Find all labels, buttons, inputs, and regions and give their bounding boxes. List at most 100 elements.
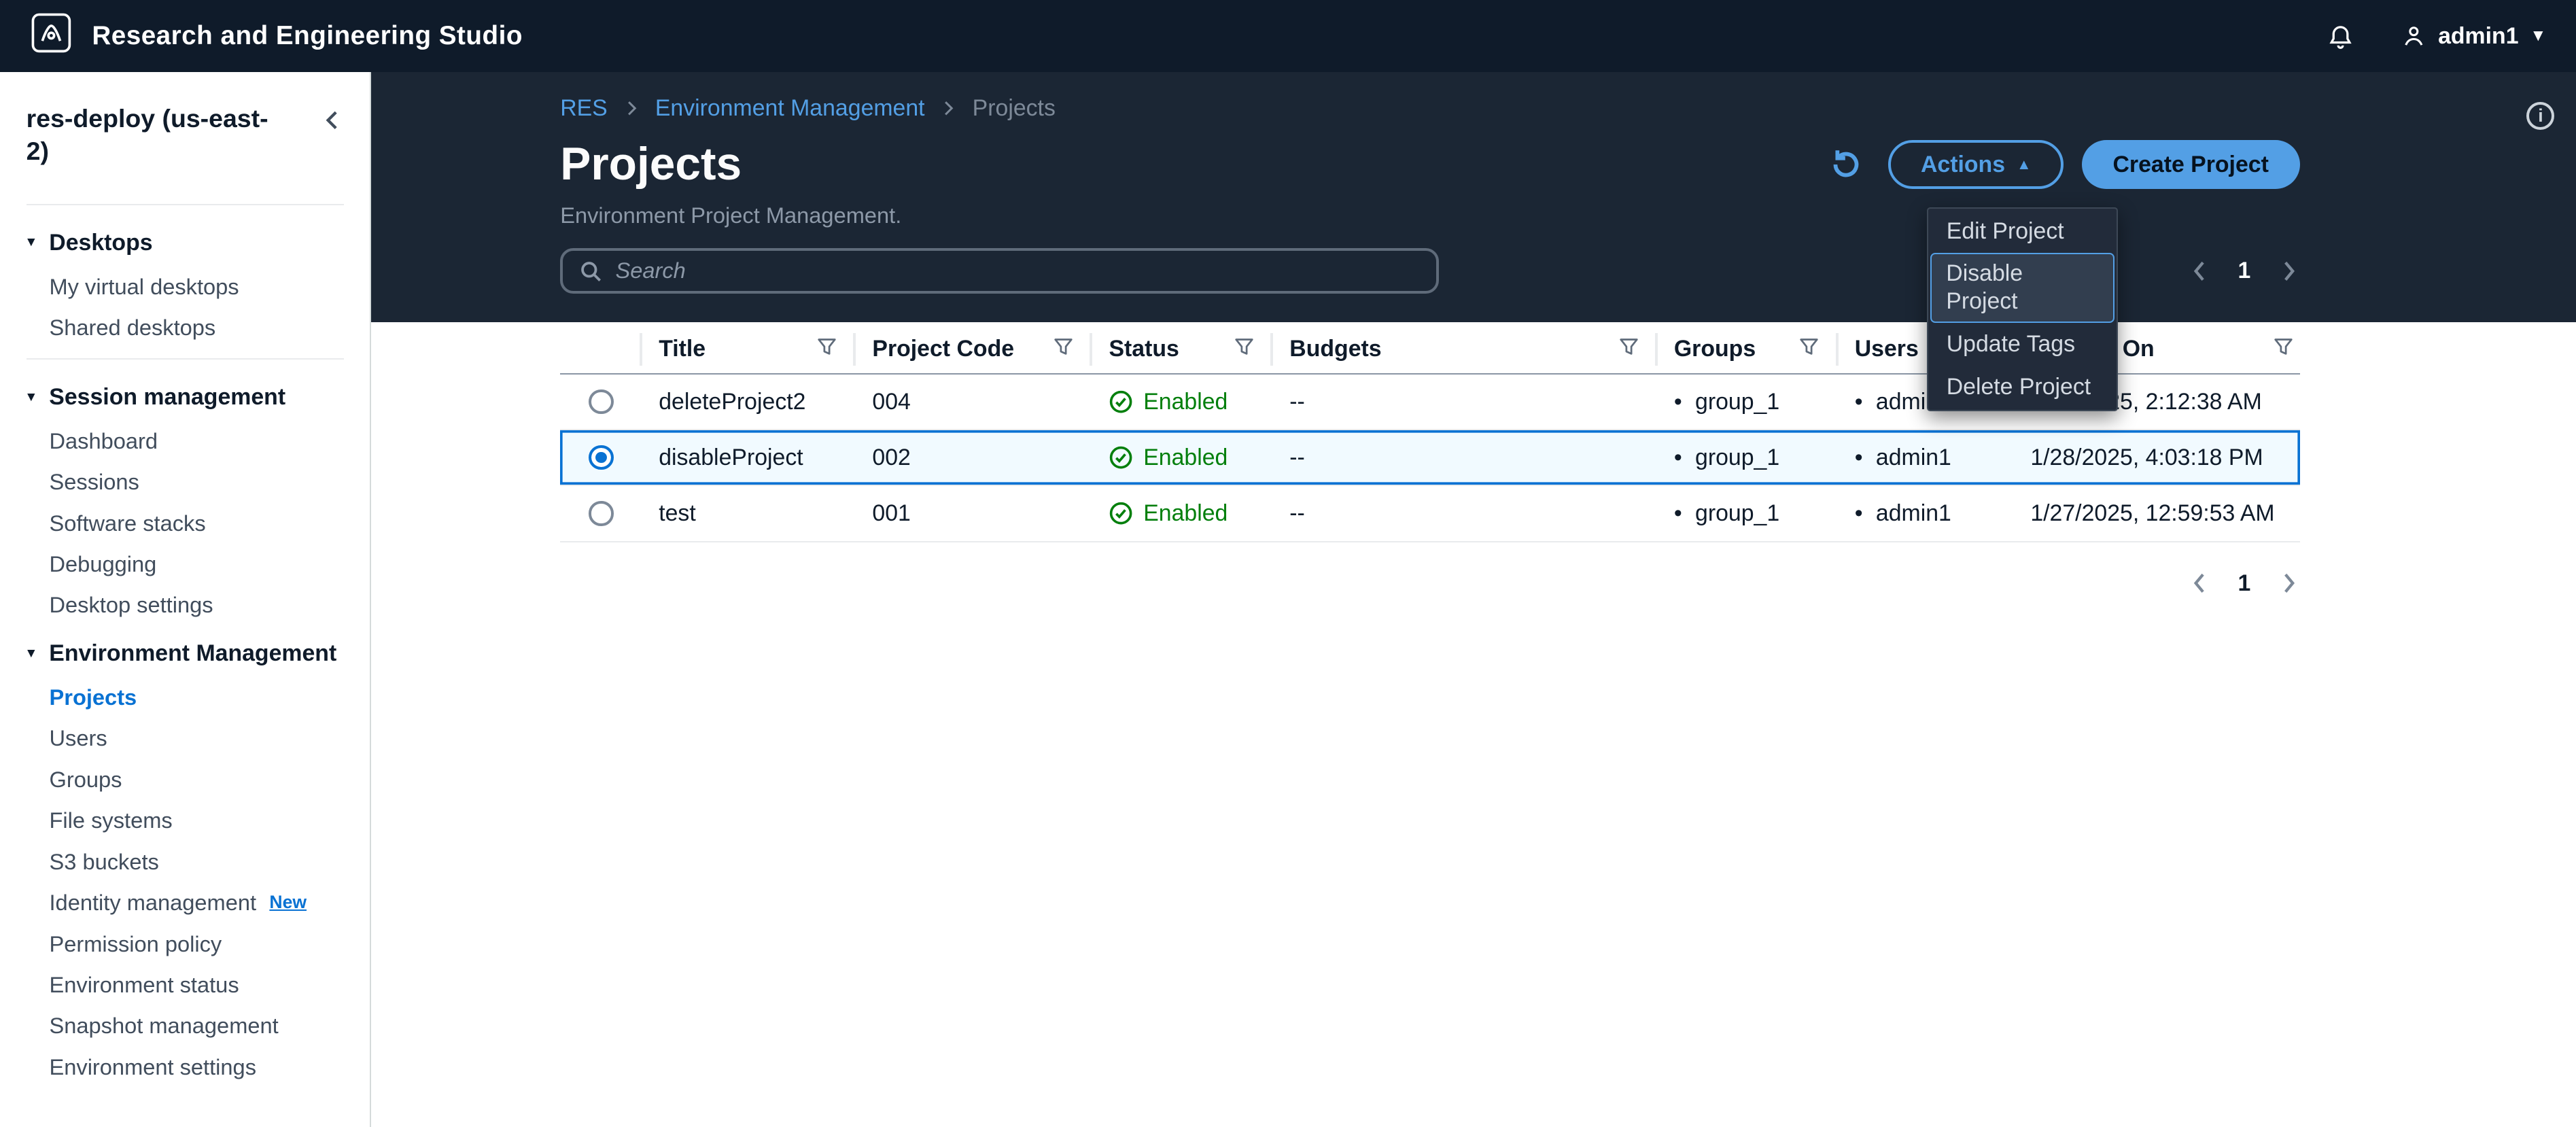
filter-icon[interactable] (1054, 336, 1073, 362)
bullet: • (1855, 500, 1863, 527)
sidebar-item-projects[interactable]: Projects (0, 677, 370, 718)
sidebar-item-dashboard[interactable]: Dashboard (0, 421, 370, 462)
cell-budgets: -- (1273, 445, 1658, 471)
next-page-icon[interactable] (2277, 260, 2300, 283)
prev-page-icon[interactable] (2189, 260, 2212, 283)
column-label: Users (1855, 336, 1919, 362)
sidebar-item-my-virtual-desktops[interactable]: My virtual desktops (0, 266, 370, 307)
check-circle-icon (1109, 445, 1133, 470)
cell-title: disableProject (642, 445, 856, 471)
breadcrumb-res[interactable]: RES (560, 95, 608, 122)
filter-icon[interactable] (2274, 336, 2293, 362)
status-badge: Enabled (1109, 500, 1228, 527)
row-radio[interactable] (589, 501, 613, 525)
sidebar-item-environment-status[interactable]: Environment status (0, 965, 370, 1005)
info-icon[interactable]: i (2526, 102, 2554, 130)
sidebar-item-identity-management[interactable]: Identity management New (0, 882, 370, 923)
column-header-title: Title (642, 333, 856, 366)
divider (27, 204, 344, 205)
menu-item-edit-project[interactable]: Edit Project (1930, 210, 2115, 253)
topbar-left: Research and Engineering Studio (30, 12, 523, 61)
status-badge: Enabled (1109, 389, 1228, 415)
cell-groups: group_1 (1695, 445, 1779, 471)
column-label: Groups (1674, 336, 1756, 362)
table-section: Title Project Code Status Budgets (371, 322, 2576, 597)
menu-item-disable-project[interactable]: Disable Project (1930, 253, 2115, 323)
topbar-right: admin1 ▼ (2327, 22, 2547, 50)
column-label: Status (1109, 336, 1179, 362)
sidebar-item-permission-policy[interactable]: Permission policy (0, 923, 370, 964)
sidebar-item-environment-settings[interactable]: Environment settings (0, 1046, 370, 1087)
caret-up-icon: ▲ (2017, 156, 2032, 173)
sidebar-item-debugging[interactable]: Debugging (0, 544, 370, 585)
sidebar-item-s3-buckets[interactable]: S3 buckets (0, 841, 370, 882)
search-input[interactable] (616, 258, 1421, 283)
menu-item-update-tags[interactable]: Update Tags (1930, 323, 2115, 366)
cell-created-on: 1/28/2025, 4:03:18 PM (2016, 445, 2300, 471)
status-text: Enabled (1143, 500, 1228, 527)
sidebar-item-users[interactable]: Users (0, 718, 370, 759)
filter-icon[interactable] (817, 336, 837, 362)
section-label: Session management (49, 384, 285, 411)
sidebar-header: res-deploy (us-east-2) (0, 72, 370, 194)
section-desktops[interactable]: ▼ Desktops (0, 215, 370, 266)
sidebar-item-sessions[interactable]: Sessions (0, 462, 370, 502)
refresh-icon (1830, 149, 1862, 180)
filter-icon[interactable] (1799, 336, 1819, 362)
row-radio-selected[interactable] (589, 445, 613, 470)
cell-project-code: 002 (856, 445, 1092, 471)
section-session-management[interactable]: ▼ Session management (0, 369, 370, 420)
prev-page-icon[interactable] (2189, 572, 2212, 595)
user-menu[interactable]: admin1 ▼ (2401, 23, 2547, 50)
page-number[interactable]: 1 (2238, 570, 2250, 597)
sidebar-item-software-stacks[interactable]: Software stacks (0, 502, 370, 543)
column-label: Project Code (872, 336, 1014, 362)
actions-dropdown-menu: Edit Project Disable Project Update Tags… (1927, 207, 2117, 411)
cell-created-on: 1/27/2025, 12:59:53 AM (2016, 500, 2300, 527)
bullet: • (1674, 445, 1682, 471)
cell-users: admin1 (1876, 500, 1951, 527)
column-label: Title (659, 336, 706, 362)
row-radio[interactable] (589, 389, 613, 414)
filter-icon[interactable] (1234, 336, 1254, 362)
main-content: RES Environment Management Projects Proj… (371, 72, 2576, 1127)
search-box (560, 248, 1439, 294)
table-row[interactable]: test 001 Enabled -- •group_1 •admin1 1/2… (560, 486, 2300, 542)
bullet: • (1674, 500, 1682, 527)
res-logo-icon (30, 12, 73, 61)
table-row-selected[interactable]: disableProject 002 Enabled -- •group_1 •… (560, 430, 2300, 486)
breadcrumb: RES Environment Management Projects (560, 95, 2300, 122)
check-circle-icon (1109, 389, 1133, 414)
pagination-bottom: 1 (2189, 570, 2300, 597)
notifications-icon[interactable] (2327, 22, 2354, 50)
sidebar-item-groups[interactable]: Groups (0, 759, 370, 800)
breadcrumb-environment-management[interactable]: Environment Management (655, 95, 925, 122)
cell-project-code: 004 (856, 389, 1092, 415)
cell-title: deleteProject2 (642, 389, 856, 415)
app-root: Research and Engineering Studio admin1 ▼ (0, 0, 2576, 1127)
actions-button[interactable]: Actions ▲ (1888, 140, 2064, 190)
refresh-button[interactable] (1821, 140, 1870, 190)
page-header-band: RES Environment Management Projects Proj… (371, 72, 2576, 322)
create-project-button[interactable]: Create Project (2082, 140, 2300, 190)
new-badge: New (269, 891, 307, 914)
status-text: Enabled (1143, 389, 1228, 415)
section-environment-management[interactable]: ▼ Environment Management (0, 626, 370, 677)
column-label: Budgets (1289, 336, 1381, 362)
page-number[interactable]: 1 (2238, 258, 2250, 284)
cell-budgets: -- (1273, 500, 1658, 527)
sidebar-item-desktop-settings[interactable]: Desktop settings (0, 585, 370, 625)
menu-item-delete-project[interactable]: Delete Project (1930, 366, 2115, 409)
sidebar-item-file-systems[interactable]: File systems (0, 800, 370, 841)
collapse-sidebar-icon[interactable] (321, 109, 344, 139)
pagination-top: 1 (2189, 258, 2300, 284)
search-icon (579, 260, 602, 283)
username: admin1 (2438, 23, 2518, 50)
filter-icon[interactable] (1619, 336, 1639, 362)
caret-down-icon: ▼ (24, 235, 37, 250)
breadcrumb-current: Projects (973, 95, 1056, 122)
sidebar-item-snapshot-management[interactable]: Snapshot management (0, 1005, 370, 1046)
next-page-icon[interactable] (2277, 572, 2300, 595)
sidebar-item-shared-desktops[interactable]: Shared desktops (0, 307, 370, 348)
status-badge: Enabled (1109, 445, 1228, 471)
